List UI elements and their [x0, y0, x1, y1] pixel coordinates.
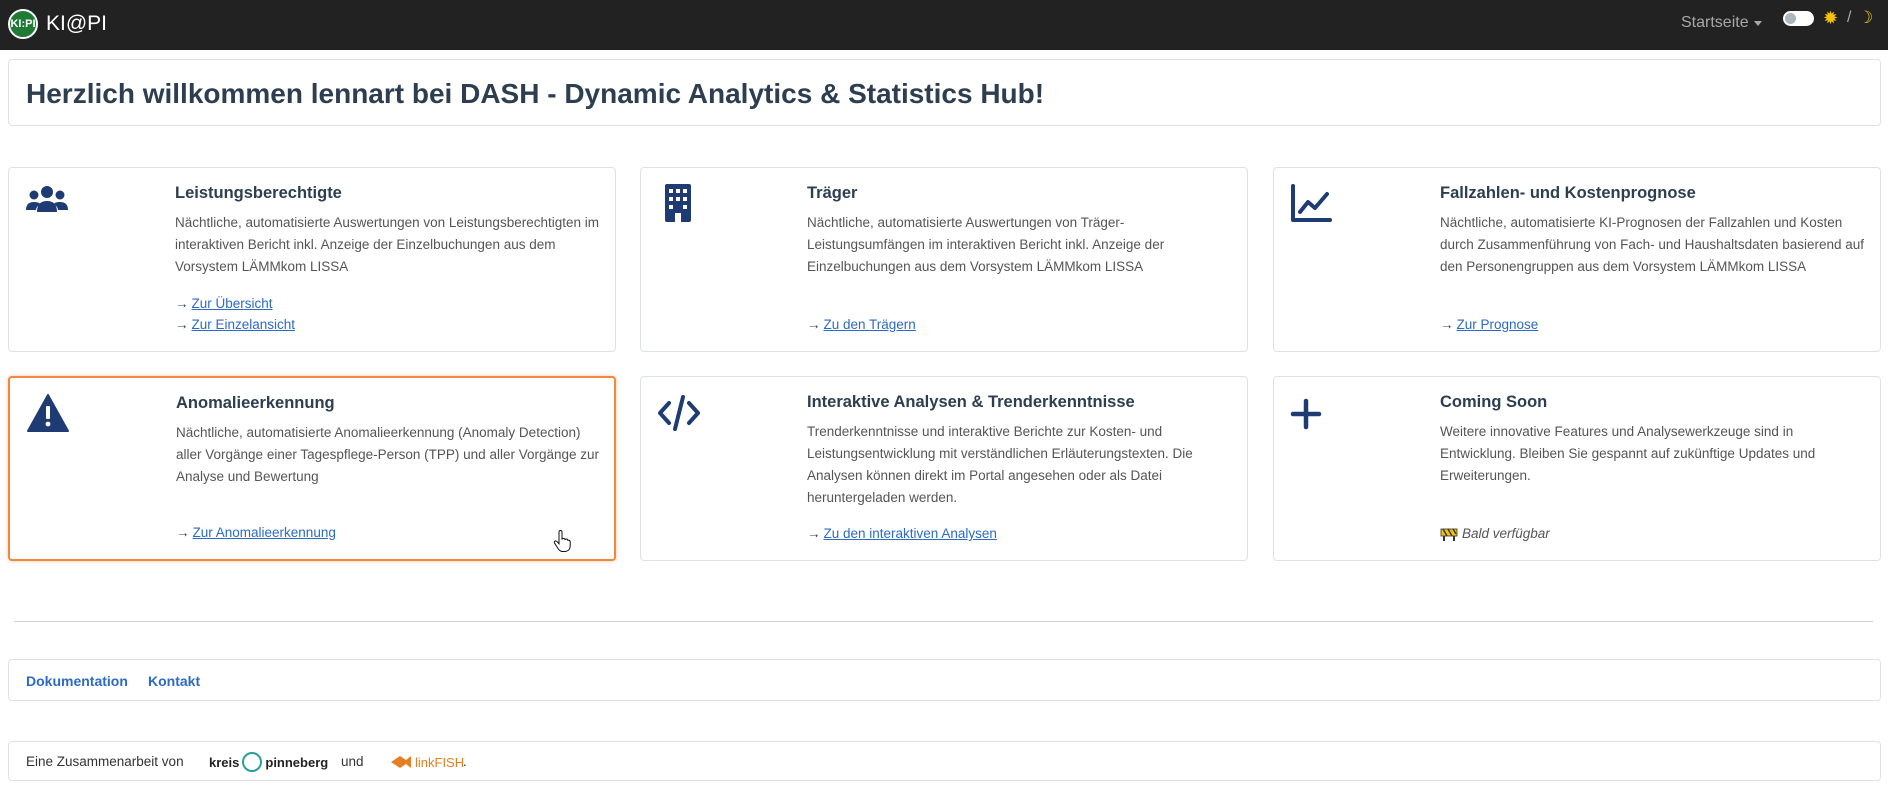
card-body: Coming Soon Weitere innovative Features … — [1440, 393, 1870, 487]
footer-link-dokumentation[interactable]: Dokumentation — [26, 673, 128, 689]
card-links: → Zur Prognose — [1440, 314, 1538, 335]
arrow-right-icon: → — [175, 317, 189, 332]
card-leistungsberechtigte: Leistungsberechtigte Nächtliche, automat… — [8, 167, 616, 352]
startseite-dropdown-label: Startseite — [1681, 14, 1749, 31]
arrow-right-icon: → — [807, 317, 821, 332]
link-zu-den-interaktiven-analysen[interactable]: → Zu den interaktiven Analysen — [807, 523, 997, 544]
linkfish-logo: linkFISH — [390, 751, 464, 773]
construction-icon — [1440, 526, 1458, 542]
warning-icon — [26, 392, 70, 436]
card-title: Interaktive Analysen & Trenderkenntnisse — [807, 393, 1135, 411]
card-anomalieerkennung[interactable]: Anomalieerkennung Nächtliche, automatisi… — [8, 376, 616, 561]
card-description: Nächtliche, automatisierte Auswertungen … — [807, 215, 1165, 274]
moon-icon: ☽ — [1858, 8, 1874, 27]
page-title: Herzlich willkommen lennart bei DASH - D… — [26, 78, 1045, 109]
theme-separator: / — [1847, 9, 1852, 26]
link-zu-den-traegern[interactable]: → Zu den Trägern — [807, 314, 916, 335]
brand-logo: KI:PI — [8, 9, 38, 39]
card-links: → Zur Anomalieerkennung — [176, 522, 336, 543]
card-description: Trenderkenntnisse und interaktive Berich… — [807, 424, 1193, 505]
link-label: Zur Anomalieerkennung — [192, 525, 336, 540]
card-title: Coming Soon — [1440, 393, 1548, 411]
kreis-pinneberg-logo: kreis pinneberg — [209, 751, 328, 773]
card-body: Interaktive Analysen & Trenderkenntnisse… — [807, 393, 1237, 509]
card-description: Nächtliche, automatisierte KI-Prognosen … — [1440, 215, 1865, 274]
card-title: Fallzahlen- und Kostenprognose — [1440, 184, 1696, 202]
linkfish-logo-text: linkFISH — [415, 754, 465, 770]
footer-nav: Dokumentation Kontakt — [8, 659, 1881, 701]
kreis-logo-mark — [242, 752, 263, 772]
link-label: Zur Prognose — [1456, 317, 1539, 332]
arrow-right-icon: → — [175, 296, 189, 311]
welcome-banner: Herzlich willkommen lennart bei DASH - D… — [8, 59, 1881, 126]
startseite-dropdown[interactable]: Startseite — [1681, 14, 1762, 32]
link-zur-anomalieerkennung[interactable]: → Zur Anomalieerkennung — [176, 522, 336, 543]
card-title: Leistungsberechtigte — [175, 184, 342, 202]
status-label: Bald verfügbar — [1462, 526, 1550, 541]
card-body: Träger Nächtliche, automatisierte Auswer… — [807, 184, 1237, 278]
collab-conjunction: und — [341, 754, 364, 769]
link-zur-uebersicht[interactable]: → Zur Übersicht — [175, 293, 295, 314]
caret-down-icon — [1753, 20, 1762, 26]
collaboration-bar: Eine Zusammenarbeit von kreis pinneberg … — [8, 741, 1881, 781]
code-icon — [657, 391, 701, 435]
users-icon — [25, 182, 69, 226]
card-body: Anomalieerkennung Nächtliche, automatisi… — [176, 394, 606, 488]
link-label: Zu den Trägern — [823, 317, 916, 332]
brand[interactable]: KI:PI KI@PI — [8, 9, 107, 39]
card-title: Träger — [807, 184, 858, 202]
link-label: Zur Übersicht — [191, 296, 273, 311]
footer-link-kontakt[interactable]: Kontakt — [148, 673, 200, 689]
card-body: Fallzahlen- und Kostenprognose Nächtlich… — [1440, 184, 1870, 278]
arrow-right-icon: → — [807, 526, 821, 541]
card-traeger: Träger Nächtliche, automatisierte Auswer… — [640, 167, 1248, 352]
card-status: Bald verfügbar — [1440, 523, 1550, 544]
kreis-logo-text-b: pinneberg — [265, 754, 329, 770]
fish-icon — [390, 754, 412, 770]
card-links: → Zu den Trägern — [807, 314, 916, 335]
chart-line-icon — [1290, 182, 1334, 226]
link-label: Zu den interaktiven Analysen — [823, 526, 997, 541]
card-coming-soon: Coming Soon Weitere innovative Features … — [1273, 376, 1881, 561]
brand-title: KI@PI — [46, 12, 108, 35]
hand-cursor-icon — [553, 530, 571, 552]
top-navbar: KI:PI KI@PI Startseite ✹ / ☽ — [0, 0, 1888, 50]
card-interaktive-analysen: Interaktive Analysen & Trenderkenntnisse… — [640, 376, 1248, 561]
theme-toggle-switch[interactable] — [1783, 11, 1814, 26]
arrow-right-icon: → — [176, 525, 190, 540]
collab-suffix: . — [463, 754, 467, 769]
section-divider — [14, 621, 1873, 622]
link-label: Zur Einzelansicht — [191, 317, 296, 332]
toggle-knob — [1785, 13, 1796, 24]
card-links: → Zur Übersicht → Zur Einzelansicht — [175, 293, 295, 335]
card-description: Weitere innovative Features und Analysew… — [1440, 424, 1816, 483]
status-bald-verfuegbar: Bald verfügbar — [1440, 523, 1550, 544]
card-title: Anomalieerkennung — [176, 394, 335, 412]
card-description: Nächtliche, automatisierte Anomalieerken… — [176, 425, 600, 484]
card-body: Leistungsberechtigte Nächtliche, automat… — [175, 184, 605, 278]
plus-icon — [1290, 391, 1334, 435]
card-description: Nächtliche, automatisierte Auswertungen … — [175, 215, 599, 274]
card-links: → Zu den interaktiven Analysen — [807, 523, 997, 544]
arrow-right-icon: → — [1440, 317, 1454, 332]
link-zur-prognose[interactable]: → Zur Prognose — [1440, 314, 1538, 335]
card-fallzahlen-kostenprognose: Fallzahlen- und Kostenprognose Nächtlich… — [1273, 167, 1881, 352]
kreis-logo-text-a: kreis — [209, 754, 240, 770]
sun-icon: ✹ — [1823, 8, 1839, 28]
link-zur-einzelansicht[interactable]: → Zur Einzelansicht — [175, 314, 295, 335]
building-icon — [657, 182, 701, 226]
collab-prefix: Eine Zusammenarbeit von — [26, 754, 184, 769]
